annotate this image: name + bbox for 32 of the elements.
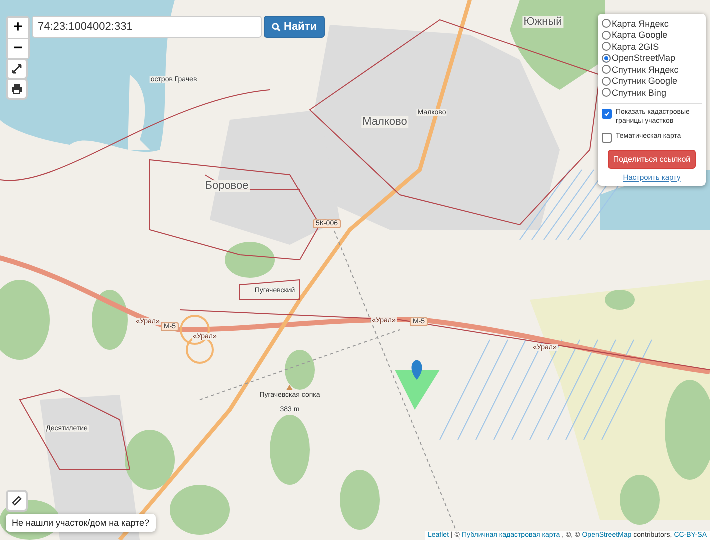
layer-option[interactable]: Спутник Google [602,76,702,87]
radio-button[interactable] [602,42,611,52]
place-label: Южный [522,16,564,28]
zoom-out-button[interactable]: − [8,38,28,58]
share-link-button[interactable]: Поделиться ссылкой [608,150,696,168]
checkmark-icon [604,110,610,116]
layer-option[interactable]: Карта 2GIS [602,41,702,52]
find-button[interactable]: Найти [264,16,325,38]
radio-button[interactable] [602,19,611,28]
print-button[interactable] [6,78,28,100]
report-missing-button[interactable]: Не нашли участок/дом на карте? [6,514,156,532]
cadastral-number-field[interactable]: 74:23:1004002:331 [32,16,262,38]
layer-option[interactable]: Спутник Bing [602,87,702,98]
place-label: Малково [362,116,408,128]
layer-option[interactable]: Карта Яндекс [602,18,702,30]
layer-option[interactable]: Спутник Яндекс [602,64,702,76]
checkbox[interactable] [602,132,612,142]
expand-icon [11,63,23,75]
ruler-button[interactable] [6,490,28,512]
radio-button[interactable] [602,30,611,40]
layer-option[interactable]: Карта Google [602,30,702,41]
fullscreen-button[interactable] [6,58,28,80]
printer-icon [11,83,23,95]
radio-button[interactable] [602,65,611,74]
search-icon [272,22,281,32]
radio-button[interactable] [602,76,611,86]
radio-button[interactable] [602,54,611,63]
radio-button[interactable] [602,88,611,98]
checkbox[interactable] [602,108,612,118]
place-label: Боровое [204,180,250,192]
layer-option[interactable]: OpenStreetMap [602,52,702,64]
ruler-icon [11,495,23,507]
